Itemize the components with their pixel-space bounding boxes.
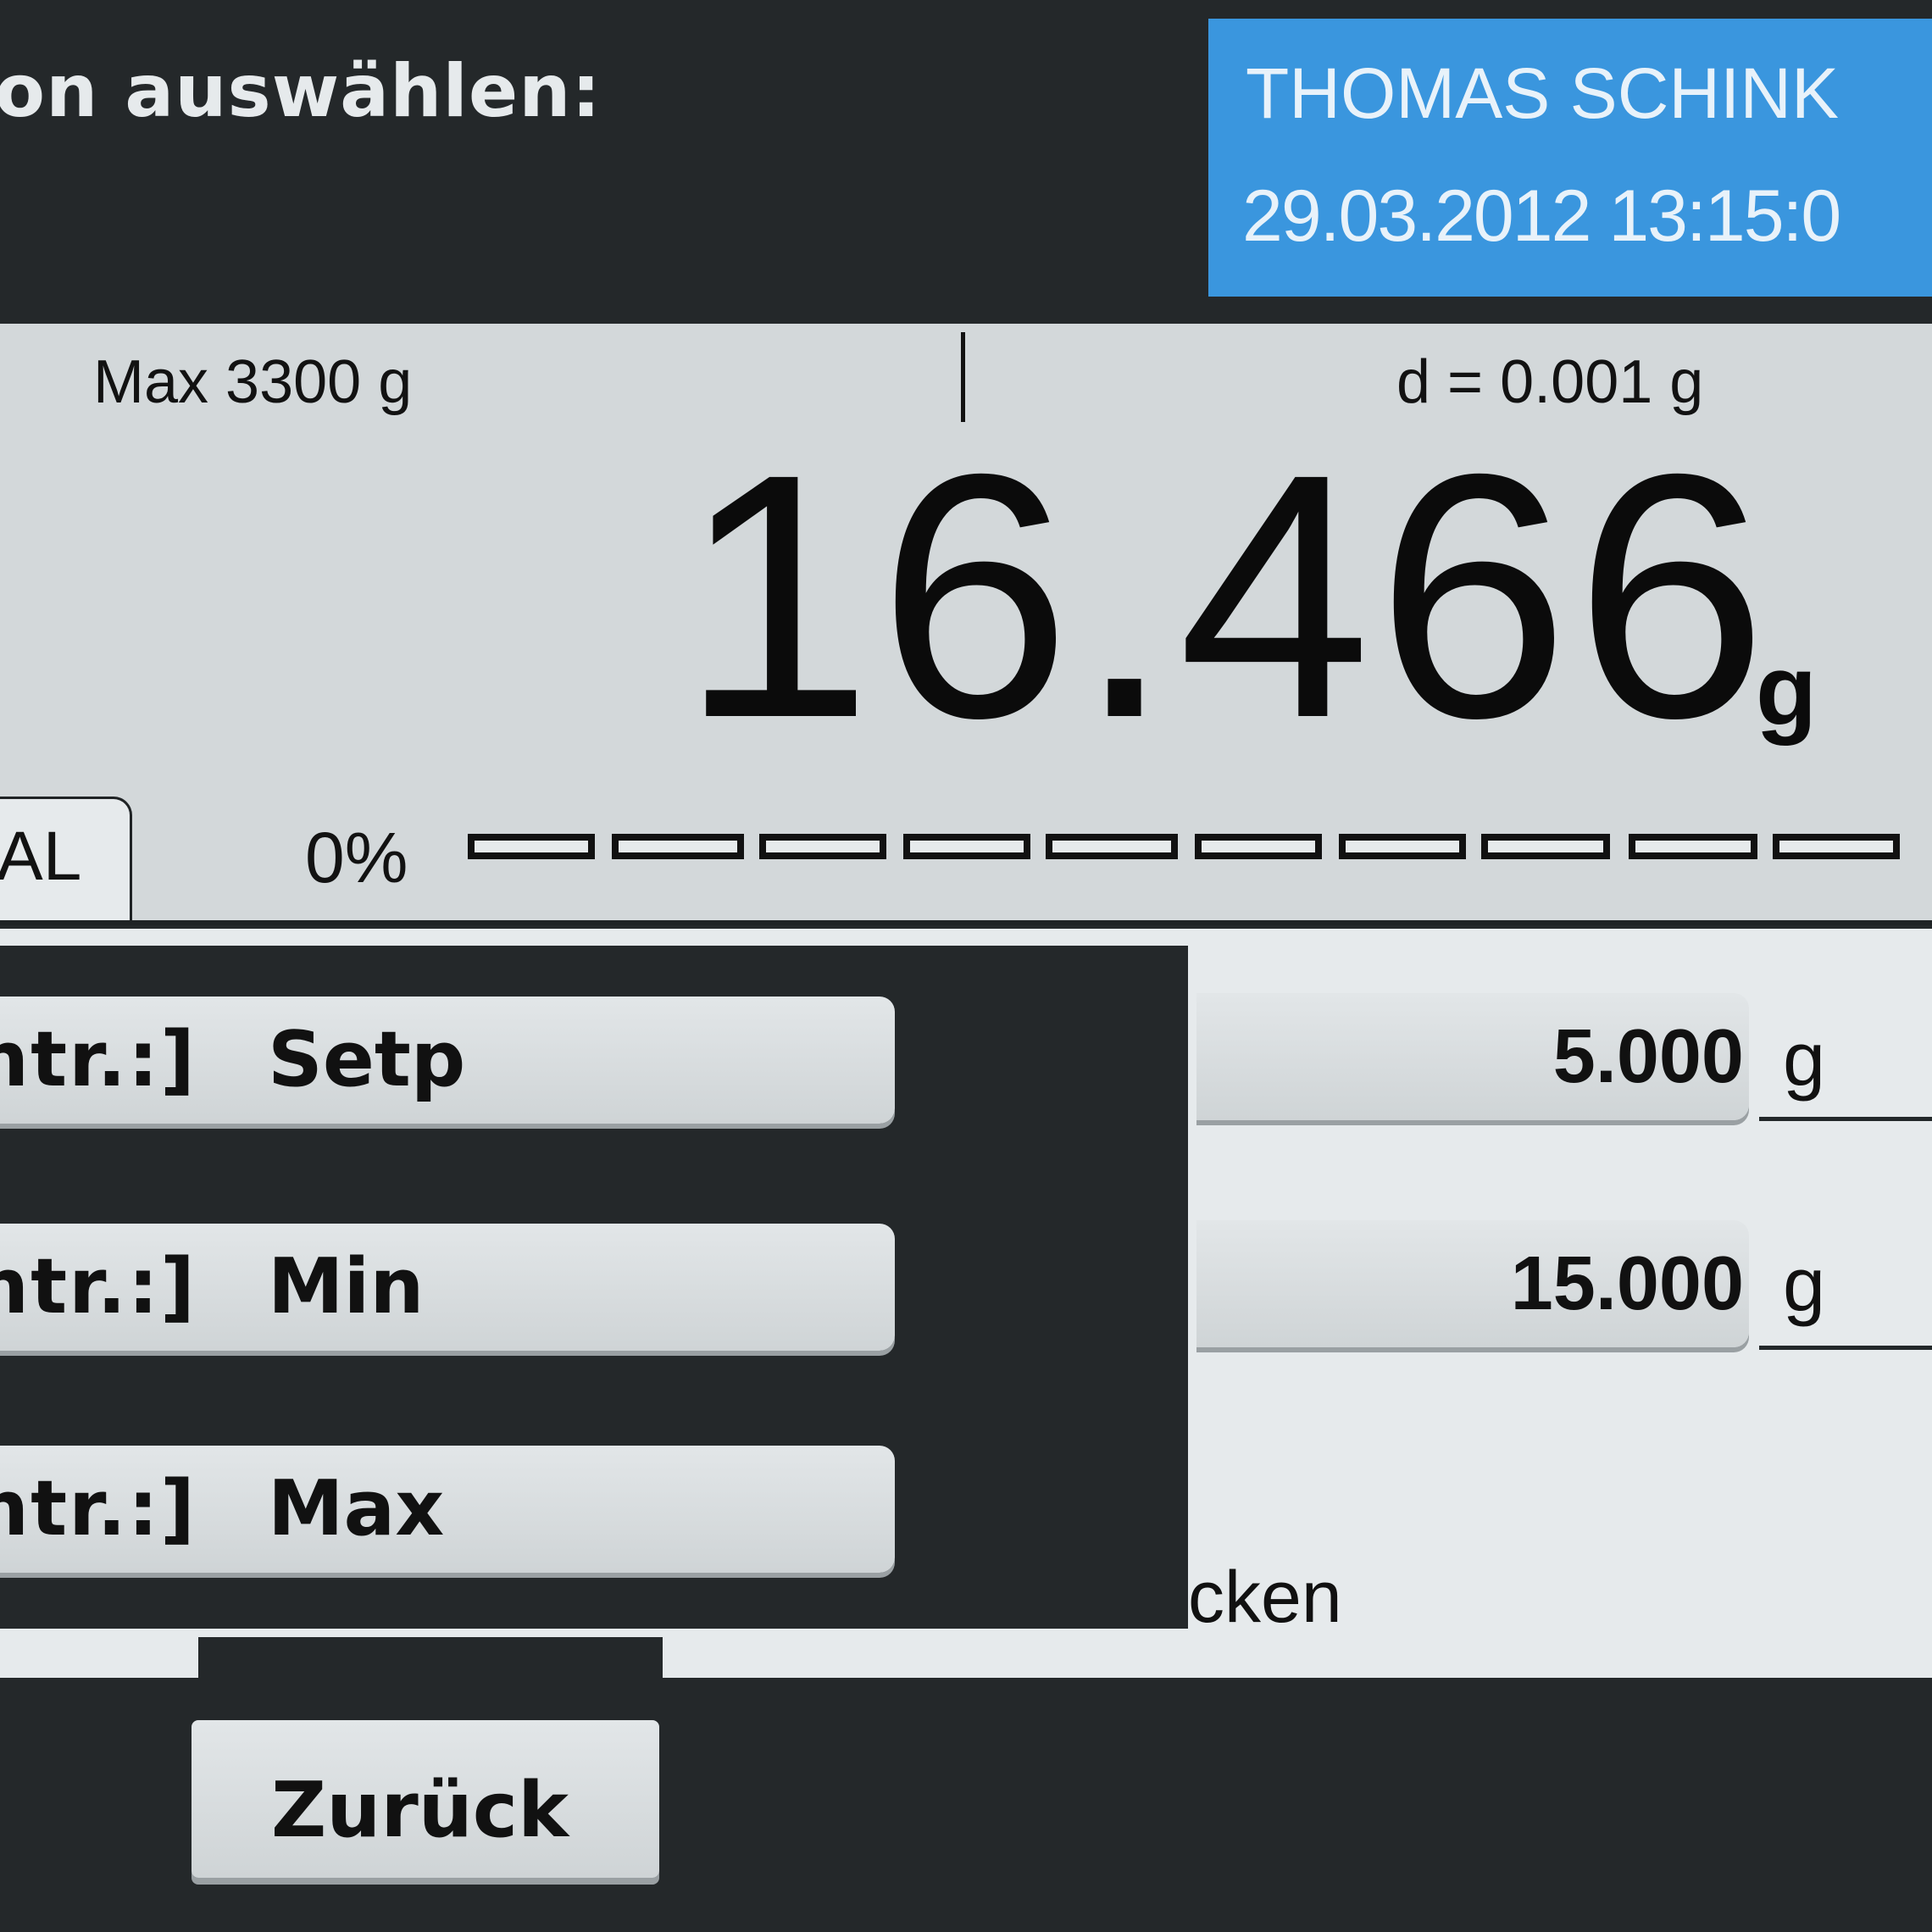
setpoint-value: 5.000: [1552, 1014, 1744, 1099]
menu-item-prefix: ntr.:]: [0, 1242, 197, 1331]
divider: [0, 920, 1932, 925]
progress-segment: [1195, 834, 1322, 859]
min-menu-button[interactable]: ntr.:] Min: [0, 1224, 895, 1351]
date-time: 29.03.2012 13:15:0: [1242, 175, 1841, 257]
progress-segment: [1339, 834, 1466, 859]
tab-total-label: AL: [0, 818, 82, 895]
progress-segment: [468, 834, 595, 859]
max-capacity-label: Max 3300 g: [93, 348, 413, 416]
menu-item-label: Max: [268, 1464, 445, 1553]
progress-percent: 0%: [305, 818, 408, 897]
min-unit: g: [1783, 1243, 1826, 1328]
weight-unit: g: [1756, 635, 1818, 747]
max-menu-button[interactable]: ntr.:] Max: [0, 1446, 895, 1573]
progress-segment: [1773, 834, 1900, 859]
progress-segment: [1481, 834, 1610, 859]
weight-value: 16.466: [680, 402, 1774, 790]
progress-segment: [1046, 834, 1178, 859]
progress-segment: [612, 834, 744, 859]
setpoint-menu-button[interactable]: ntr.:] Setp: [0, 997, 895, 1124]
menu-item-label: Min: [268, 1242, 425, 1331]
back-button-frame: [198, 1637, 663, 1715]
back-button-label: Zurück: [271, 1766, 569, 1855]
menu-item-prefix: ntr.:]: [0, 1015, 197, 1104]
user-name: THOMAS SCHINK: [1246, 53, 1840, 133]
option-label: cken: [1188, 1557, 1342, 1638]
progress-segment: [1629, 834, 1757, 859]
min-value: 15.000: [1510, 1241, 1744, 1326]
menu-item-label: Setp: [268, 1015, 466, 1104]
page-title: on auswählen:: [0, 49, 602, 134]
selection-menu: ntr.:] Setp ntr.:] Min ntr.:] Max: [0, 946, 1188, 1629]
progress-segment: [903, 834, 1030, 859]
progress-segment: [759, 834, 886, 859]
divider: [1759, 1346, 1932, 1350]
divider: [1759, 1117, 1932, 1121]
menu-item-prefix: ntr.:]: [0, 1464, 197, 1553]
setpoint-unit: g: [1783, 1018, 1826, 1102]
